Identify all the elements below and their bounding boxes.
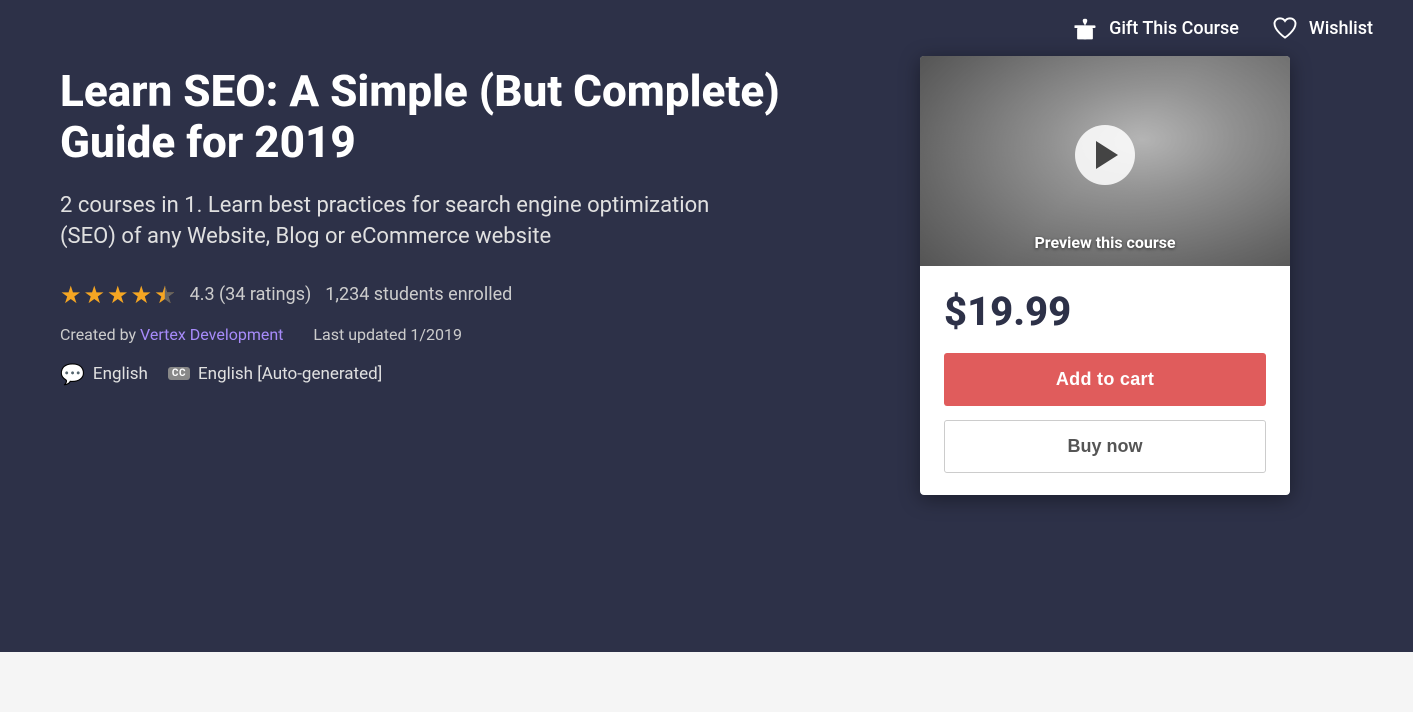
gift-course-button[interactable]: Gift This Course: [1071, 14, 1239, 42]
play-button[interactable]: [1075, 125, 1135, 185]
language-row: 💬 English CC English [Auto-generated]: [60, 362, 880, 386]
page-wrapper: Gift This Course Wishlist Learn SEO: A S…: [0, 0, 1413, 712]
wishlist-button[interactable]: Wishlist: [1271, 14, 1373, 42]
main-content: Learn SEO: A Simple (But Complete) Guide…: [0, 56, 1413, 535]
rating-count: 4.3 (34 ratings): [190, 284, 312, 305]
stars: ★ ★ ★ ★ ★★: [60, 281, 176, 309]
card-body: $19.99 Add to cart Buy now: [920, 266, 1290, 495]
heart-icon: [1271, 14, 1299, 42]
caption-text: English [Auto-generated]: [198, 364, 382, 384]
star-4: ★: [131, 281, 153, 309]
meta-row: Created by Vertex Development Last updat…: [60, 325, 880, 344]
course-info: Learn SEO: A Simple (But Complete) Guide…: [60, 66, 880, 495]
speech-bubble-icon: 💬: [60, 362, 85, 386]
caption-item: CC English [Auto-generated]: [168, 364, 382, 384]
bottom-strip: [0, 652, 1413, 712]
price: $19.99: [944, 288, 1266, 335]
buy-now-button[interactable]: Buy now: [944, 420, 1266, 473]
creator-link[interactable]: Vertex Development: [140, 325, 283, 344]
language-text: English: [93, 364, 148, 384]
language-item: 💬 English: [60, 362, 148, 386]
star-5-half: ★★: [154, 281, 176, 309]
star-3: ★: [107, 281, 129, 309]
course-title: Learn SEO: A Simple (But Complete) Guide…: [60, 66, 880, 167]
star-1: ★: [60, 281, 82, 309]
add-to-cart-button[interactable]: Add to cart: [944, 353, 1266, 406]
creator-label: Created by Vertex Development: [60, 325, 283, 344]
course-card: Preview this course $19.99 Add to cart B…: [920, 56, 1290, 495]
star-2: ★: [84, 281, 106, 309]
top-bar: Gift This Course Wishlist: [0, 0, 1413, 56]
wishlist-label: Wishlist: [1309, 18, 1373, 39]
preview-label: Preview this course: [920, 233, 1290, 252]
gift-icon: [1071, 14, 1099, 42]
cc-icon: CC: [168, 367, 190, 380]
course-subtitle: 2 courses in 1. Learn best practices for…: [60, 191, 760, 253]
students-count: 1,234 students enrolled: [325, 284, 512, 305]
preview-video[interactable]: Preview this course: [920, 56, 1290, 266]
updated-label: Last updated 1/2019: [313, 325, 462, 344]
rating-row: ★ ★ ★ ★ ★★ 4.3 (34 ratings) 1,234 studen…: [60, 281, 880, 309]
play-triangle-icon: [1096, 141, 1118, 169]
gift-label: Gift This Course: [1109, 18, 1239, 39]
